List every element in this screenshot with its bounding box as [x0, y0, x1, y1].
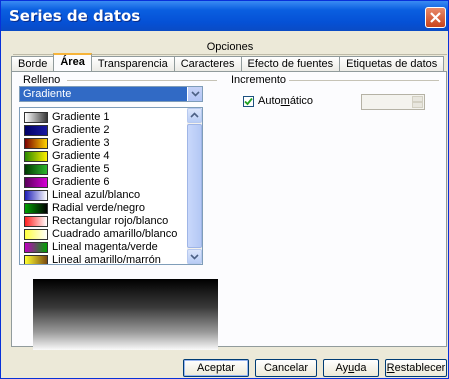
dialog-window: Series de datos Opciones Borde Área Transp…	[0, 0, 449, 379]
fill-type-value: Gradiente	[23, 88, 72, 100]
spin-buttons[interactable]	[412, 96, 423, 108]
list-item[interactable]: Lineal amarillo/marrón	[21, 254, 185, 265]
cancel-button[interactable]: Cancelar	[255, 359, 317, 377]
tab-5[interactable]: Etiquetas de datos	[339, 56, 445, 71]
gradient-swatch	[24, 190, 48, 201]
chevron-down-icon	[190, 254, 199, 260]
list-item[interactable]: Cuadrado amarillo/blanco	[21, 228, 185, 241]
list-item[interactable]: Lineal azul/blanco	[21, 189, 185, 202]
list-item-label: Lineal azul/blanco	[52, 189, 141, 201]
list-item[interactable]: Gradiente 1	[21, 111, 185, 124]
scroll-down-button[interactable]	[187, 249, 202, 264]
spin-down-button[interactable]	[412, 102, 423, 108]
list-item[interactable]: Gradiente 4	[21, 150, 185, 163]
list-item-label: Gradiente 6	[52, 176, 110, 188]
automatico-label[interactable]: Automático	[258, 95, 313, 107]
list-item[interactable]: Gradiente 2	[21, 124, 185, 137]
relleno-label: Relleno	[23, 74, 61, 86]
list-item[interactable]: Lineal magenta/verde	[21, 241, 185, 254]
relleno-divider	[67, 80, 217, 81]
close-icon	[430, 12, 441, 23]
list-item[interactable]: Gradiente 6	[21, 176, 185, 189]
group-tab-label: Opciones	[206, 41, 254, 53]
accept-button[interactable]: Aceptar	[183, 359, 249, 377]
tab-3[interactable]: Caracteres	[173, 56, 242, 71]
list-item[interactable]: Gradiente 5	[21, 163, 185, 176]
list-scrollbar[interactable]	[187, 108, 202, 264]
title-bar[interactable]: Series de datos	[1, 1, 448, 31]
list-item[interactable]: Rectangular rojo/blanco	[21, 215, 185, 228]
checkmark-icon	[244, 97, 253, 106]
tab-2[interactable]: Transparencia	[90, 56, 175, 71]
reset-button[interactable]: Restablecer	[385, 359, 447, 377]
gradient-list[interactable]: Gradiente 1 Gradiente 2 Gradiente 3 Gradien…	[19, 107, 203, 265]
tab-0[interactable]: Borde	[11, 56, 55, 71]
list-item-label: Lineal magenta/verde	[52, 241, 158, 253]
scroll-up-button[interactable]	[187, 108, 202, 123]
dialog-body: Opciones Borde Área Transparencia Caractere…	[5, 31, 447, 377]
list-item-label: Radial verde/negro	[52, 202, 145, 214]
list-item-label: Cuadrado amarillo/blanco	[52, 228, 178, 240]
gradient-swatch	[24, 242, 48, 253]
dropdown-button[interactable]	[187, 87, 202, 101]
gradient-swatch	[24, 112, 48, 123]
list-item[interactable]: Radial verde/negro	[21, 202, 185, 215]
close-button[interactable]	[425, 7, 446, 28]
gradient-swatch	[24, 151, 48, 162]
scroll-thumb[interactable]	[187, 124, 202, 248]
list-item-label: Rectangular rojo/blanco	[52, 215, 169, 227]
list-item-label: Gradiente 5	[52, 163, 110, 175]
chevron-down-icon	[191, 91, 200, 97]
incremento-label: Incremento	[231, 74, 287, 86]
automatico-checkbox[interactable]	[243, 96, 254, 107]
help-button[interactable]: Ayuda	[323, 359, 379, 377]
gradient-swatch	[24, 216, 48, 227]
gradient-swatch	[24, 177, 48, 188]
list-item-label: Gradiente 3	[52, 137, 110, 149]
gradient-swatch	[24, 138, 48, 149]
tab-strip: Borde Área Transparencia Caracteres Efecto d…	[11, 53, 445, 71]
incremento-divider	[289, 80, 439, 81]
list-item-label: Gradiente 2	[52, 124, 110, 136]
window-title: Series de datos	[9, 7, 141, 25]
list-item-label: Lineal amarillo/marrón	[52, 254, 161, 265]
tab-1[interactable]: Área	[53, 53, 92, 71]
list-item[interactable]: Gradiente 3	[21, 137, 185, 150]
gradient-preview	[33, 279, 218, 350]
list-item-label: Gradiente 1	[52, 111, 110, 123]
gradient-swatch	[24, 203, 48, 214]
gradient-swatch	[24, 164, 48, 175]
fill-type-select[interactable]: Gradiente	[19, 86, 203, 102]
tab-4[interactable]: Efecto de fuentes	[240, 56, 341, 71]
increment-spinbox[interactable]	[361, 94, 425, 110]
list-item-label: Gradiente 4	[52, 150, 110, 162]
gradient-swatch	[24, 229, 48, 240]
gradient-swatch	[24, 125, 48, 136]
gradient-swatch	[24, 255, 48, 264]
chevron-up-icon	[190, 112, 199, 118]
